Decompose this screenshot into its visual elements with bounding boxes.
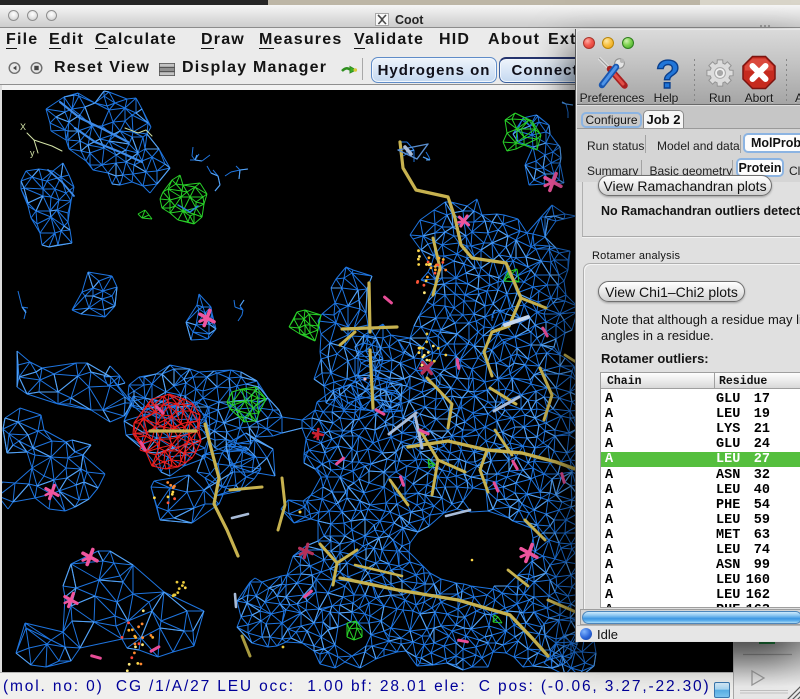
svg-text:X: X: [20, 122, 26, 132]
svg-text:y: y: [30, 148, 35, 158]
svg-text:?: ?: [656, 54, 680, 94]
